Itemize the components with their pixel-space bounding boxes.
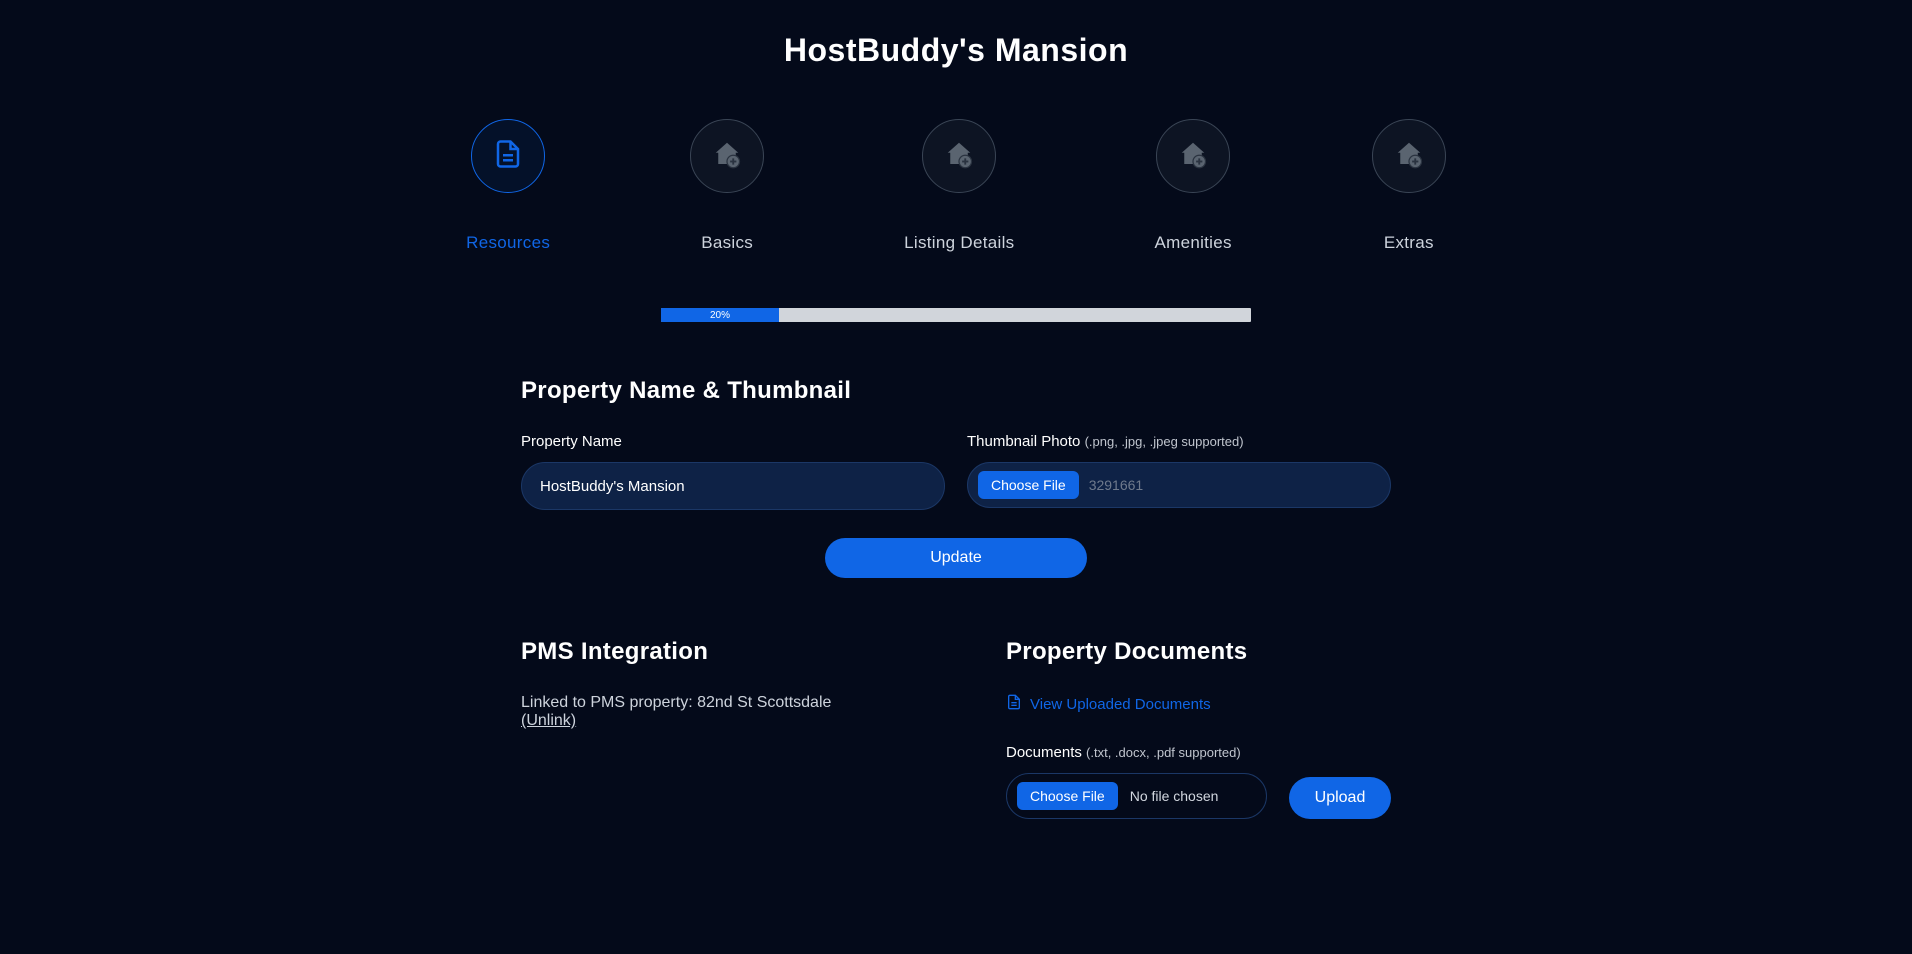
- progress-fill: 20%: [661, 308, 779, 322]
- step-listing-details[interactable]: Listing Details: [904, 119, 1014, 253]
- step-resources[interactable]: Resources: [466, 119, 550, 253]
- documents-col: Property Documents View Uploaded Documen…: [1006, 638, 1391, 819]
- view-documents-link[interactable]: View Uploaded Documents: [1006, 694, 1391, 714]
- document-icon: [1006, 694, 1022, 714]
- step-basics[interactable]: Basics: [690, 119, 764, 253]
- step-circle-listing: [922, 119, 996, 193]
- pms-unlink-link[interactable]: (Unlink): [521, 712, 576, 729]
- pms-col: PMS Integration Linked to PMS property: …: [521, 638, 906, 819]
- documents-file-input[interactable]: Choose File No file chosen: [1006, 773, 1267, 819]
- section-heading-property: Property Name & Thumbnail: [521, 377, 1391, 405]
- property-name-label: Property Name: [521, 433, 945, 450]
- property-name-col: Property Name: [521, 433, 945, 510]
- documents-heading: Property Documents: [1006, 638, 1391, 666]
- update-button[interactable]: Update: [825, 538, 1087, 578]
- property-form-row: Property Name Thumbnail Photo (.png, .jp…: [521, 433, 1391, 510]
- property-name-input[interactable]: [521, 462, 945, 510]
- documents-label-text: Documents: [1006, 744, 1082, 761]
- upload-button[interactable]: Upload: [1289, 777, 1391, 819]
- documents-label: Documents (.txt, .docx, .pdf supported): [1006, 744, 1391, 761]
- thumbnail-label-text: Thumbnail Photo: [967, 433, 1080, 450]
- house-plus-icon: [944, 139, 974, 174]
- step-label-extras: Extras: [1384, 233, 1434, 253]
- step-circle-basics: [690, 119, 764, 193]
- house-plus-icon: [712, 139, 742, 174]
- documents-label-row: Documents (.txt, .docx, .pdf supported): [1006, 744, 1391, 761]
- thumbnail-col: Thumbnail Photo (.png, .jpg, .jpeg suppo…: [967, 433, 1391, 510]
- view-documents-text: View Uploaded Documents: [1030, 696, 1211, 713]
- step-label-listing: Listing Details: [904, 233, 1014, 253]
- documents-choose-file-button[interactable]: Choose File: [1017, 782, 1118, 810]
- pms-linked-prefix: Linked to PMS property:: [521, 694, 697, 711]
- documents-no-file-text: No file chosen: [1130, 788, 1219, 804]
- step-extras[interactable]: Extras: [1372, 119, 1446, 253]
- step-circle-resources: [471, 119, 545, 193]
- progress-wrapper: 20%: [661, 308, 1251, 322]
- steps-nav: Resources Basics: [0, 119, 1912, 253]
- step-label-basics: Basics: [701, 233, 753, 253]
- thumbnail-label: Thumbnail Photo (.png, .jpg, .jpeg suppo…: [967, 433, 1391, 450]
- house-plus-icon: [1178, 139, 1208, 174]
- documents-hint: (.txt, .docx, .pdf supported): [1086, 745, 1241, 760]
- step-circle-amenities: [1156, 119, 1230, 193]
- thumbnail-hint: (.png, .jpg, .jpeg supported): [1085, 434, 1244, 449]
- content-container: Property Name & Thumbnail Property Name …: [521, 377, 1391, 819]
- pms-linked-text: Linked to PMS property: 82nd St Scottsda…: [521, 694, 906, 712]
- documents-file-col: Choose File No file chosen: [1006, 773, 1267, 819]
- documents-upload-row: Choose File No file chosen Upload: [1006, 773, 1391, 819]
- document-icon: [493, 139, 523, 174]
- pms-unlink-row: (Unlink): [521, 712, 906, 730]
- thumbnail-file-input[interactable]: Choose File 3291661: [967, 462, 1391, 508]
- house-plus-icon: [1394, 139, 1424, 174]
- step-circle-extras: [1372, 119, 1446, 193]
- pms-linked-property: 82nd St Scottsdale: [697, 694, 831, 711]
- progress-bar: 20%: [661, 308, 1251, 322]
- step-label-amenities: Amenities: [1154, 233, 1231, 253]
- step-amenities[interactable]: Amenities: [1154, 119, 1231, 253]
- page-title: HostBuddy's Mansion: [0, 32, 1912, 69]
- thumbnail-choose-file-button[interactable]: Choose File: [978, 471, 1079, 499]
- step-label-resources: Resources: [466, 233, 550, 253]
- thumbnail-file-name: 3291661: [1089, 477, 1144, 493]
- pms-heading: PMS Integration: [521, 638, 906, 666]
- two-col-section: PMS Integration Linked to PMS property: …: [521, 638, 1391, 819]
